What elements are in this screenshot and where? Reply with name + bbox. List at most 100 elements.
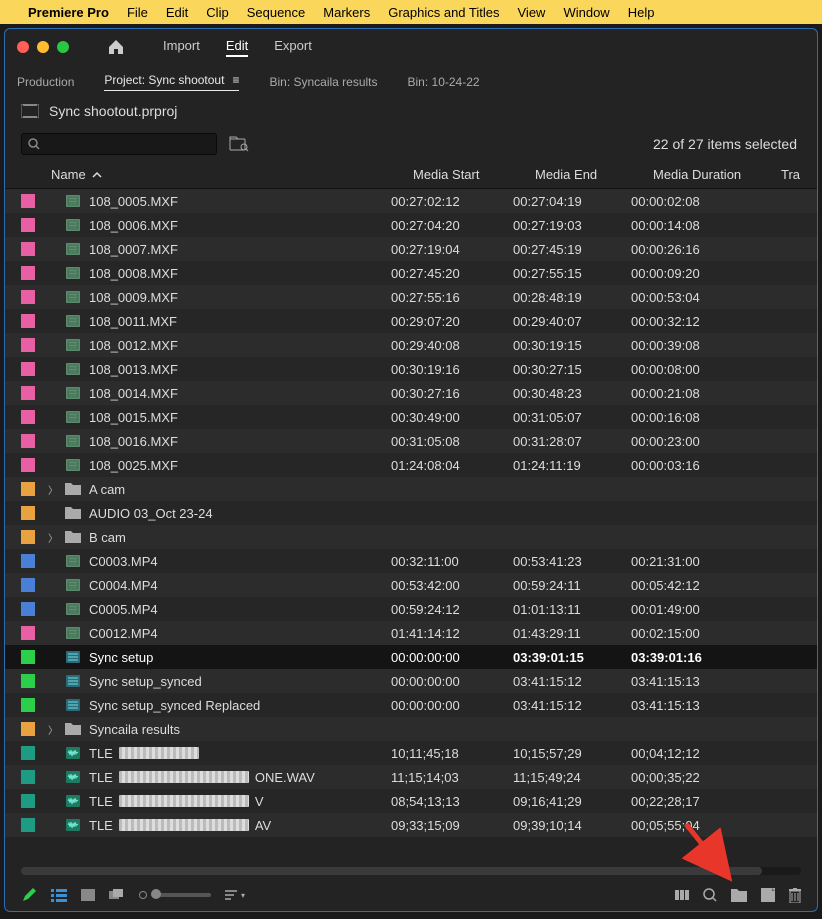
clip-row[interactable]: 108_0007.MXF00:27:19:0400:27:45:1900:00:… (5, 237, 817, 261)
item-name[interactable]: A cam (83, 482, 391, 497)
col-name-header[interactable]: Name (43, 167, 413, 182)
bin-row[interactable]: 〉 A cam (5, 477, 817, 501)
item-name[interactable]: 108_0025.MXF (83, 458, 391, 473)
clip-row[interactable]: TLE ONE.WAV11;15;14;0311;15;49;2400;00;3… (5, 765, 817, 789)
label-swatch[interactable] (21, 530, 35, 544)
menu-graphics[interactable]: Graphics and Titles (388, 5, 499, 20)
menu-help[interactable]: Help (628, 5, 655, 20)
clip-row[interactable]: TLE AV09;33;15;0909;39;10;1400;05;55;04 (5, 813, 817, 837)
label-swatch[interactable] (21, 482, 35, 496)
clip-row[interactable]: 108_0025.MXF01:24:08:0401:24:11:1900:00:… (5, 453, 817, 477)
item-name[interactable]: 108_0008.MXF (83, 266, 391, 281)
label-swatch[interactable] (21, 386, 35, 400)
clear-button[interactable] (789, 888, 801, 903)
menu-file[interactable]: File (127, 5, 148, 20)
label-swatch[interactable] (21, 194, 35, 208)
panel-menu-icon[interactable]: ≡ (232, 73, 239, 87)
item-name[interactable]: TLE AV (83, 818, 391, 833)
new-search-bin-button[interactable] (227, 134, 251, 154)
col-start-header[interactable]: Media Start (413, 167, 535, 182)
expand-toggle[interactable]: 〉 (43, 482, 63, 497)
bin-row[interactable]: AUDIO 03_Oct 23-24 (5, 501, 817, 525)
label-swatch[interactable] (21, 794, 35, 808)
label-swatch[interactable] (21, 218, 35, 232)
horizontal-scrollbar[interactable] (5, 865, 817, 879)
sort-icons-button[interactable]: ▾ (225, 889, 245, 901)
label-swatch[interactable] (21, 722, 35, 736)
clip-row[interactable]: C0003.MP400:32:11:0000:53:41:2300:21:31:… (5, 549, 817, 573)
menu-edit[interactable]: Edit (166, 5, 188, 20)
clip-row[interactable]: 108_0015.MXF00:30:49:0000:31:05:0700:00:… (5, 405, 817, 429)
label-swatch[interactable] (21, 266, 35, 280)
clip-row[interactable]: C0005.MP400:59:24:1201:01:13:1100:01:49:… (5, 597, 817, 621)
expand-toggle[interactable]: 〉 (43, 722, 63, 737)
item-name[interactable]: 108_0012.MXF (83, 338, 391, 353)
item-name[interactable]: 108_0016.MXF (83, 434, 391, 449)
search-input[interactable] (21, 133, 217, 155)
clip-row[interactable]: 108_0013.MXF00:30:19:1600:30:27:1500:00:… (5, 357, 817, 381)
item-name[interactable]: 108_0011.MXF (83, 314, 391, 329)
clip-row[interactable]: C0012.MP401:41:14:1201:43:29:1100:02:15:… (5, 621, 817, 645)
new-bin-button[interactable] (731, 889, 747, 902)
item-name[interactable]: TLE ONE.WAV (83, 770, 391, 785)
clip-row[interactable]: 108_0011.MXF00:29:07:2000:29:40:0700:00:… (5, 309, 817, 333)
bin-row[interactable]: 〉B cam (5, 525, 817, 549)
label-swatch[interactable] (21, 602, 35, 616)
fullscreen-window-button[interactable] (57, 41, 69, 53)
icon-view-button[interactable] (81, 889, 95, 901)
item-name[interactable]: AUDIO 03_Oct 23-24 (83, 506, 391, 521)
nav-edit[interactable]: Edit (226, 38, 248, 57)
bin-row[interactable]: 〉 Syncaila results (5, 717, 817, 741)
freeform-view-button[interactable] (109, 889, 125, 901)
item-name[interactable]: Sync setup (83, 650, 391, 665)
menu-markers[interactable]: Markers (323, 5, 370, 20)
menu-window[interactable]: Window (563, 5, 609, 20)
minimize-window-button[interactable] (37, 41, 49, 53)
sequence-row[interactable]: Sync setup00:00:00:0003:39:01:1503:39:01… (5, 645, 817, 669)
item-name[interactable]: 108_0014.MXF (83, 386, 391, 401)
item-name[interactable]: 108_0006.MXF (83, 218, 391, 233)
label-swatch[interactable] (21, 698, 35, 712)
label-swatch[interactable] (21, 554, 35, 568)
zoom-slider[interactable] (139, 891, 211, 899)
item-name[interactable]: TLE V (83, 794, 391, 809)
label-swatch[interactable] (21, 458, 35, 472)
label-swatch[interactable] (21, 362, 35, 376)
tab-bin-date[interactable]: Bin: 10-24-22 (408, 75, 480, 89)
find-button[interactable] (703, 888, 717, 902)
tab-production[interactable]: Production (17, 75, 74, 89)
label-swatch[interactable] (21, 626, 35, 640)
menu-clip[interactable]: Clip (206, 5, 228, 20)
writable-toggle-icon[interactable] (21, 887, 37, 903)
expand-toggle[interactable]: 〉 (43, 530, 63, 545)
clip-row[interactable]: 108_0014.MXF00:30:27:1600:30:48:2300:00:… (5, 381, 817, 405)
item-name[interactable]: 108_0007.MXF (83, 242, 391, 257)
clip-row[interactable]: 108_0008.MXF00:27:45:2000:27:55:1500:00:… (5, 261, 817, 285)
clip-row[interactable]: 108_0012.MXF00:29:40:0800:30:19:1500:00:… (5, 333, 817, 357)
clip-row[interactable]: C0004.MP400:53:42:0000:59:24:1100:05:42:… (5, 573, 817, 597)
item-name[interactable]: C0003.MP4 (83, 554, 391, 569)
col-end-header[interactable]: Media End (535, 167, 653, 182)
sequence-row[interactable]: Sync setup_synced00:00:00:0003:41:15:120… (5, 669, 817, 693)
label-swatch[interactable] (21, 770, 35, 784)
nav-import[interactable]: Import (163, 38, 200, 57)
label-swatch[interactable] (21, 434, 35, 448)
label-swatch[interactable] (21, 506, 35, 520)
item-name[interactable]: 108_0013.MXF (83, 362, 391, 377)
tab-project[interactable]: Project: Sync shootout≡ (104, 73, 239, 91)
nav-export[interactable]: Export (274, 38, 312, 57)
label-swatch[interactable] (21, 650, 35, 664)
label-swatch[interactable] (21, 818, 35, 832)
clip-row[interactable]: 108_0009.MXF00:27:55:1600:28:48:1900:00:… (5, 285, 817, 309)
label-swatch[interactable] (21, 338, 35, 352)
clip-row[interactable]: TLE 10;11;45;1810;15;57;2900;04;12;12 (5, 741, 817, 765)
clip-row[interactable]: 108_0005.MXF00:27:02:1200:27:04:1900:00:… (5, 189, 817, 213)
clip-row[interactable]: 108_0006.MXF00:27:04:2000:27:19:0300:00:… (5, 213, 817, 237)
tab-bin-syncaila[interactable]: Bin: Syncaila results (269, 75, 377, 89)
item-name[interactable]: Syncaila results (83, 722, 391, 737)
list-view-button[interactable] (51, 888, 67, 902)
label-swatch[interactable] (21, 290, 35, 304)
menu-view[interactable]: View (518, 5, 546, 20)
sequence-row[interactable]: Sync setup_synced Replaced00:00:00:0003:… (5, 693, 817, 717)
label-swatch[interactable] (21, 410, 35, 424)
